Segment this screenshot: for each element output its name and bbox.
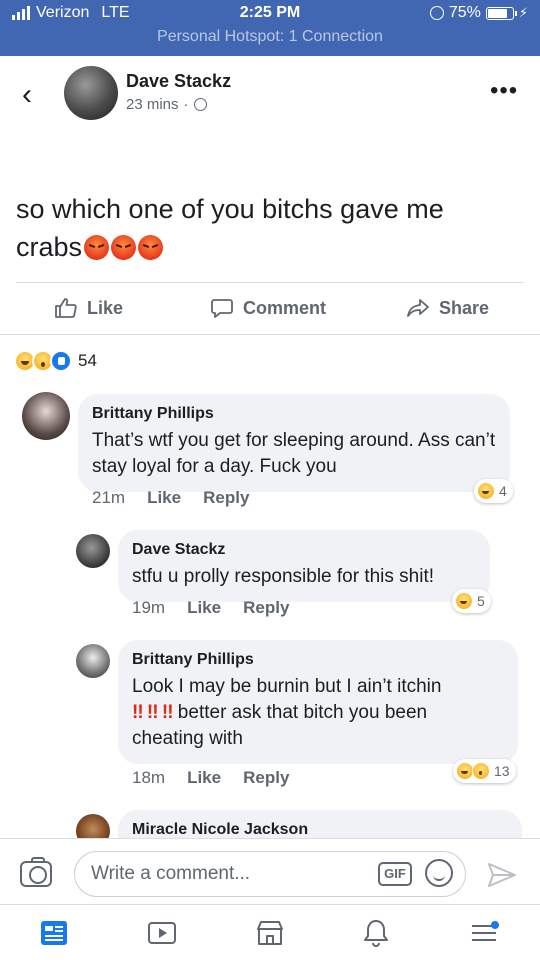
comment-reply-link[interactable]: Reply: [243, 598, 289, 618]
watch-icon[interactable]: [146, 917, 178, 949]
post-author-name[interactable]: Dave Stackz: [126, 71, 231, 92]
thumbs-up-icon: [55, 298, 77, 318]
charging-icon: ⚡: [518, 5, 528, 20]
comment-reply-link[interactable]: Reply: [243, 768, 289, 788]
comment-author[interactable]: Miracle Nicole Jackson: [132, 820, 508, 840]
globe-icon: [193, 98, 207, 111]
comment-time: 21m: [92, 488, 126, 507]
post-meta: 23 mins ·: [126, 96, 207, 113]
commenter-avatar[interactable]: [76, 534, 110, 568]
meta-separator: ·: [183, 96, 189, 113]
commenter-avatar[interactable]: [76, 644, 110, 678]
back-button[interactable]: ‹: [22, 80, 46, 110]
like-button[interactable]: Like: [54, 296, 123, 320]
comment-icon: [211, 299, 233, 318]
like-reaction-icon: [50, 350, 72, 372]
haha-icon: [477, 482, 495, 500]
share-button[interactable]: Share: [406, 296, 489, 320]
reaction-count: 54: [78, 351, 97, 370]
tab-bar: [0, 904, 540, 960]
comment-meta: 21m Like Reply: [92, 488, 249, 508]
comment-like-link[interactable]: Like: [187, 598, 221, 618]
comment-bubble[interactable]: Brittany Phillips That’s wtf you get for…: [78, 394, 510, 492]
comment-text: stfu u prolly responsible for this shit!: [132, 566, 435, 587]
comment-label: Comment: [243, 297, 327, 318]
angry-emoji-icon: [111, 235, 137, 260]
comment-reactions[interactable]: 4: [474, 479, 513, 503]
menu-icon[interactable]: [468, 917, 500, 949]
comment-reactions[interactable]: 5: [452, 589, 491, 613]
share-icon: [407, 299, 429, 317]
divider: [16, 282, 524, 283]
comment-bubble[interactable]: Brittany Phillips Look I may be burnin b…: [118, 640, 518, 764]
gif-icon[interactable]: GIF: [378, 862, 412, 886]
emoji-icon[interactable]: [425, 859, 453, 887]
battery-percent: 75%: [448, 4, 481, 21]
exclamation-emoji: !! !! !!: [132, 702, 174, 723]
comment-time: 19m: [132, 598, 166, 617]
divider: [0, 334, 540, 335]
camera-icon[interactable]: [20, 857, 52, 887]
haha-icon: [455, 592, 473, 610]
angry-emoji-icon: [84, 235, 110, 260]
battery-icon: [485, 6, 517, 20]
comment-text: That’s wtf you get for sleeping around. …: [92, 430, 496, 477]
comment-text: Look I may be burnin but I ain’t itchin …: [132, 674, 504, 752]
comment-like-link[interactable]: Like: [147, 488, 181, 508]
news-feed-icon[interactable]: [38, 917, 70, 949]
status-bar: Verizon LTE 2:25 PM 75% ⚡ Personal Hotsp…: [0, 0, 540, 56]
comment-bubble[interactable]: Dave Stackz stfu u prolly responsible fo…: [118, 530, 490, 602]
more-options-button[interactable]: •••: [490, 79, 518, 103]
comment-like-link[interactable]: Like: [187, 768, 221, 788]
comment-reaction-count: 4: [499, 483, 507, 499]
post-text-body: so which one of you bitchs gave me crabs: [16, 194, 444, 262]
comment-author[interactable]: Dave Stackz: [132, 540, 476, 560]
comment-text-line: cheating with: [132, 728, 243, 749]
post-author-avatar[interactable]: [64, 66, 118, 120]
comment-time: 18m: [132, 768, 166, 787]
notifications-icon[interactable]: [360, 917, 392, 949]
like-label: Like: [87, 297, 124, 318]
commenter-avatar[interactable]: [22, 392, 70, 440]
marketplace-icon[interactable]: [254, 917, 286, 949]
comment-reaction-count: 5: [477, 593, 485, 609]
hotspot-banner[interactable]: Personal Hotspot: 1 Connection: [0, 28, 540, 46]
post-text: so which one of you bitchs gave me crabs: [16, 190, 516, 266]
reactions-summary[interactable]: 54: [14, 350, 97, 372]
comment-text-line: Look I may be burnin but I ain’t itchin: [132, 676, 442, 697]
send-icon[interactable]: [486, 861, 518, 889]
comment-author[interactable]: Brittany Phillips: [132, 650, 504, 670]
comment-composer: Write a comment... GIF: [0, 838, 540, 904]
comment-reactions[interactable]: 13: [453, 759, 516, 783]
comment-meta: 18m Like Reply: [132, 768, 289, 788]
share-label: Share: [439, 297, 490, 318]
comment-reply-link[interactable]: Reply: [203, 488, 249, 508]
angry-emoji-icon: [138, 235, 164, 260]
comment-text-line: better ask that bitch you been: [172, 702, 428, 723]
comment-button[interactable]: Comment: [210, 296, 326, 320]
wow-icon: [472, 762, 490, 780]
orientation-lock-icon: [429, 6, 444, 20]
comment-meta: 19m Like Reply: [132, 598, 289, 618]
comment-reaction-count: 13: [494, 763, 510, 779]
comment-author[interactable]: Brittany Phillips: [92, 404, 496, 424]
post-time[interactable]: 23 mins: [126, 96, 179, 113]
